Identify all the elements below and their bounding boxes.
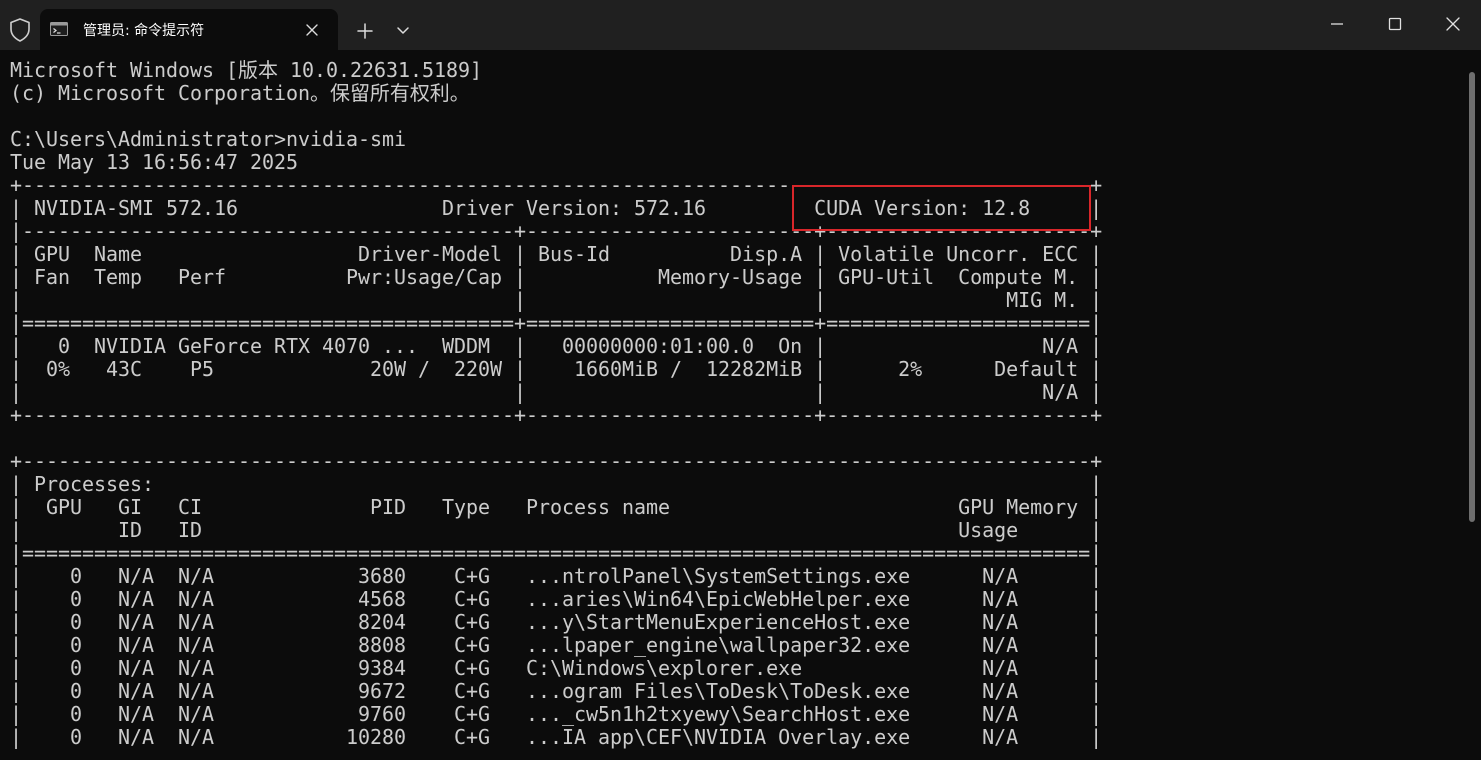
terminal-line: | ID ID Usage | <box>10 518 1103 542</box>
terminal-line: | 0 N/A N/A 9672 C+G ...ogram Files\ToDe… <box>10 679 1103 703</box>
terminal-output: Microsoft Windows [版本 10.0.22631.5189] (c… <box>10 59 1102 749</box>
terminal-line: Tue May 13 16:56:47 2025 <box>10 150 299 174</box>
terminal-line: | | | N/A | <box>10 380 1103 404</box>
terminal-line: |=======================================… <box>10 311 1103 335</box>
terminal-line: | 0 NVIDIA GeForce RTX 4070 ... WDDM | 0… <box>10 334 1103 358</box>
chevron-down-icon <box>390 18 416 44</box>
terminal-icon <box>50 22 68 36</box>
terminal-line: | GPU Name Driver-Model | Bus-Id Disp.A … <box>10 242 1103 266</box>
new-tab-button[interactable] <box>352 18 378 44</box>
terminal-line: Microsoft Windows [版本 10.0.22631.5189] <box>10 58 482 82</box>
terminal-line: | 0 N/A N/A 10280 C+G ...IA app\CEF\NVID… <box>10 725 1103 749</box>
terminal-line: | | | MIG M. | <box>10 288 1103 312</box>
vertical-scrollbar[interactable] <box>1469 72 1475 522</box>
terminal-line: +---------------------------------------… <box>10 449 1103 473</box>
close-window-button[interactable] <box>1430 4 1476 44</box>
terminal-line: | 0 N/A N/A 3680 C+G ...ntrolPanel\Syste… <box>10 564 1103 588</box>
terminal-window: 管理员: 命令提示符 Microsoft Windows [版本 10.0.22… <box>0 0 1481 760</box>
cuda-version-highlight <box>792 185 1091 231</box>
terminal-line: | 0 N/A N/A 4568 C+G ...aries\Win64\Epic… <box>10 587 1103 611</box>
terminal-line: | Fan Temp Perf Pwr:Usage/Cap | Memory-U… <box>10 265 1103 289</box>
terminal-line: | 0 N/A N/A 9760 C+G ..._cw5n1h2txyewy\S… <box>10 702 1103 726</box>
terminal-line: | 0% 43C P5 20W / 220W | 1660MiB / 12282… <box>10 357 1103 381</box>
terminal-line: | 0 N/A N/A 9384 C+G C:\Windows\explorer… <box>10 656 1103 680</box>
terminal-line: |=======================================… <box>10 541 1103 565</box>
terminal-line: C:\Users\Administrator>nvidia-smi <box>10 127 407 151</box>
close-icon[interactable] <box>302 20 322 40</box>
title-bar: 管理员: 命令提示符 <box>0 0 1481 50</box>
tab-command-prompt[interactable]: 管理员: 命令提示符 <box>40 9 338 50</box>
terminal-line: | 0 N/A N/A 8204 C+G ...y\StartMenuExper… <box>10 610 1103 634</box>
terminal-line: +---------------------------------------… <box>10 403 1103 427</box>
terminal-line: | 0 N/A N/A 8808 C+G ...lpaper_engine\wa… <box>10 633 1103 657</box>
minimize-button[interactable] <box>1314 4 1360 44</box>
minimize-icon <box>1314 4 1360 44</box>
maximize-icon <box>1372 4 1418 44</box>
terminal-line: | GPU GI CI PID Type Process name GPU Me… <box>10 495 1103 519</box>
tab-title: 管理员: 命令提示符 <box>83 23 205 39</box>
plus-icon <box>352 18 378 44</box>
close-icon <box>1430 4 1476 44</box>
shield-icon[interactable] <box>8 17 32 43</box>
terminal-area[interactable]: Microsoft Windows [版本 10.0.22631.5189] (c… <box>0 50 1468 760</box>
terminal-line: (c) Microsoft Corporation。保留所有权利。 <box>10 81 470 105</box>
terminal-line: | Processes: | <box>10 472 1103 496</box>
tab-dropdown-button[interactable] <box>390 18 416 44</box>
maximize-button[interactable] <box>1372 4 1418 44</box>
